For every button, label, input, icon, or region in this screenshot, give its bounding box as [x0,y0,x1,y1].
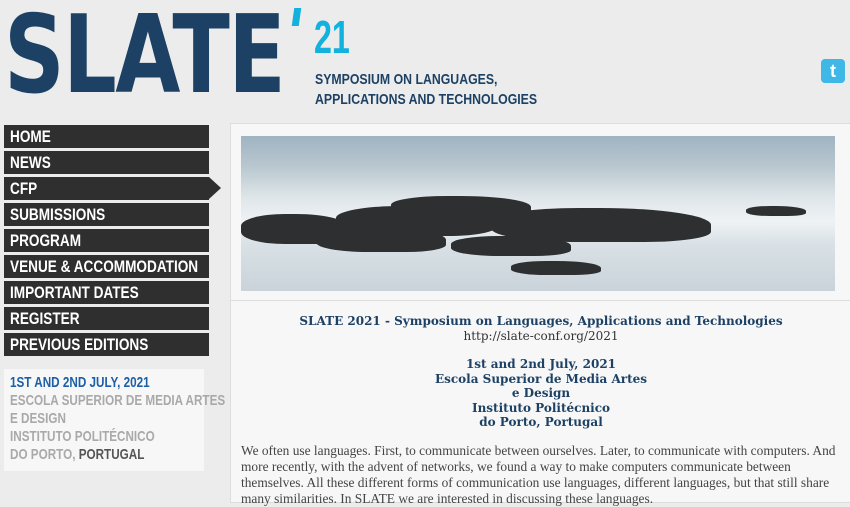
nav-register[interactable]: REGISTER [4,307,209,330]
twitter-icon[interactable]: t [821,59,845,83]
nav-label: HOME [10,127,51,146]
venue-line: e Design [511,386,571,400]
nav-label: NEWS [10,153,51,172]
conference-date: 1st and 2nd July, 2021 [465,357,617,371]
logo-apostrophe [291,8,302,26]
conference-title: SLATE 2021 - Symposium on Languages, App… [299,314,783,328]
content-panel: SLATE 2021 - Symposium on Languages, App… [230,123,850,506]
nav-cfp[interactable]: CFP [4,177,221,200]
conference-url[interactable]: http://slate-conf.org/2021 [241,329,841,344]
venue-line: DO PORTO, PORTUGAL [10,446,161,464]
subtitle-line: APPLICATIONS AND TECHNOLOGIES [315,91,538,108]
nav-news[interactable]: NEWS [4,151,209,174]
venue-line: ESCOLA SUPERIOR DE MEDIA ARTES [10,392,226,409]
nav-label: IMPORTANT DATES [10,283,139,302]
nav-label: REGISTER [10,309,80,328]
venue-line: Escola Superior de Media Artes [434,371,648,386]
banner-photo [241,136,835,291]
nav-label: CFP [10,179,38,198]
nav-label: SUBMISSIONS [10,205,106,224]
venue-line: Instituto Politécnico [471,400,611,415]
nav-program[interactable]: PROGRAM [4,229,209,252]
event-date: 1ST AND 2ND JULY, 2021 [10,374,150,391]
venue-line: E DESIGN [10,410,66,427]
logo-subtitle: SYMPOSIUM ON LANGUAGES, APPLICATIONS AND … [315,70,537,110]
country: PORTUGAL [78,446,145,463]
nav-label: PREVIOUS EDITIONS [10,335,149,354]
venue-line: INSTITUTO POLITÉCNICO [10,428,155,445]
subtitle-line: SYMPOSIUM ON LANGUAGES, [315,71,498,88]
nav-previous-editions[interactable]: PREVIOUS EDITIONS [4,333,209,356]
nav-important-dates[interactable]: IMPORTANT DATES [4,281,209,304]
divider [231,300,850,301]
intro-text: SLATE 2021 - Symposium on Languages, App… [241,314,841,507]
nav-submissions[interactable]: SUBMISSIONS [4,203,209,226]
venue-line: do Porto, Portugal [479,415,603,429]
main-nav: HOME NEWS CFP SUBMISSIONS PROGRAM VENUE … [4,125,221,359]
nav-label: VENUE & ACCOMMODATION [10,257,199,276]
event-info-box: 1ST AND 2ND JULY, 2021 ESCOLA SUPERIOR D… [4,369,226,471]
logo-year: 21 [314,11,350,63]
intro-paragraph: We often use languages. First, to commun… [241,442,836,506]
city: DO PORTO, [10,446,79,463]
nav-label: PROGRAM [10,231,82,250]
nav-venue[interactable]: VENUE & ACCOMMODATION [4,255,209,278]
logo-text: SLATE [4,0,286,118]
nav-home[interactable]: HOME [4,125,209,148]
